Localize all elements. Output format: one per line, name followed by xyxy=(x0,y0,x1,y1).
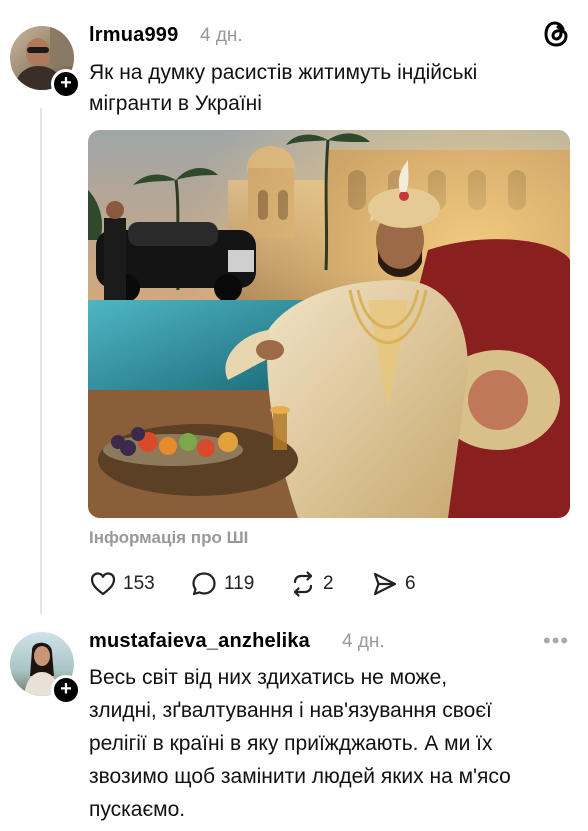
repost-button[interactable]: 2 xyxy=(289,568,334,600)
send-icon xyxy=(373,572,397,596)
reply-username[interactable]: mustafaieva_anzhelika xyxy=(89,630,310,653)
repost-count: 2 xyxy=(323,573,334,594)
reply-text-line-1: Весь світ від них здихатись не може, xyxy=(89,666,448,689)
post-text-line-1: Як на думку расистів житимуть індійські xyxy=(89,61,478,84)
comment-count: 119 xyxy=(224,573,255,594)
author-username[interactable]: lrmua999 xyxy=(89,24,178,47)
heart-icon xyxy=(90,572,116,596)
comment-icon xyxy=(192,572,216,596)
reply-text-line-3: релігії в країні в яку приїжджають. А ми… xyxy=(89,732,493,755)
follow-plus-icon[interactable]: + xyxy=(51,675,81,705)
more-options-icon[interactable]: ••• xyxy=(543,628,569,654)
repost-icon xyxy=(293,571,313,597)
post-text-line-2: мігранти в Україні xyxy=(89,92,262,115)
like-count: 153 xyxy=(123,573,155,594)
post-image[interactable] xyxy=(88,130,570,518)
threads-logo-icon[interactable] xyxy=(540,18,572,50)
post-time: 4 дн. xyxy=(200,25,243,46)
like-button[interactable]: 153 xyxy=(89,568,155,600)
reply-text-line-5: пускаємо. xyxy=(89,798,186,821)
reply-time: 4 дн. xyxy=(342,631,385,652)
share-button[interactable]: 6 xyxy=(371,568,416,600)
reply-text-line-2: злидні, зґвалтування і нав'язування своє… xyxy=(89,699,492,722)
reply-text-line-4: звозимо щоб замінити людей яких на м'ясо xyxy=(89,765,511,788)
thread-connector-line xyxy=(40,108,42,614)
comment-button[interactable]: 119 xyxy=(190,568,254,600)
ai-info-link[interactable]: Інформація про ШІ xyxy=(89,528,248,548)
follow-plus-icon[interactable]: + xyxy=(51,69,81,99)
share-count: 6 xyxy=(405,573,416,594)
